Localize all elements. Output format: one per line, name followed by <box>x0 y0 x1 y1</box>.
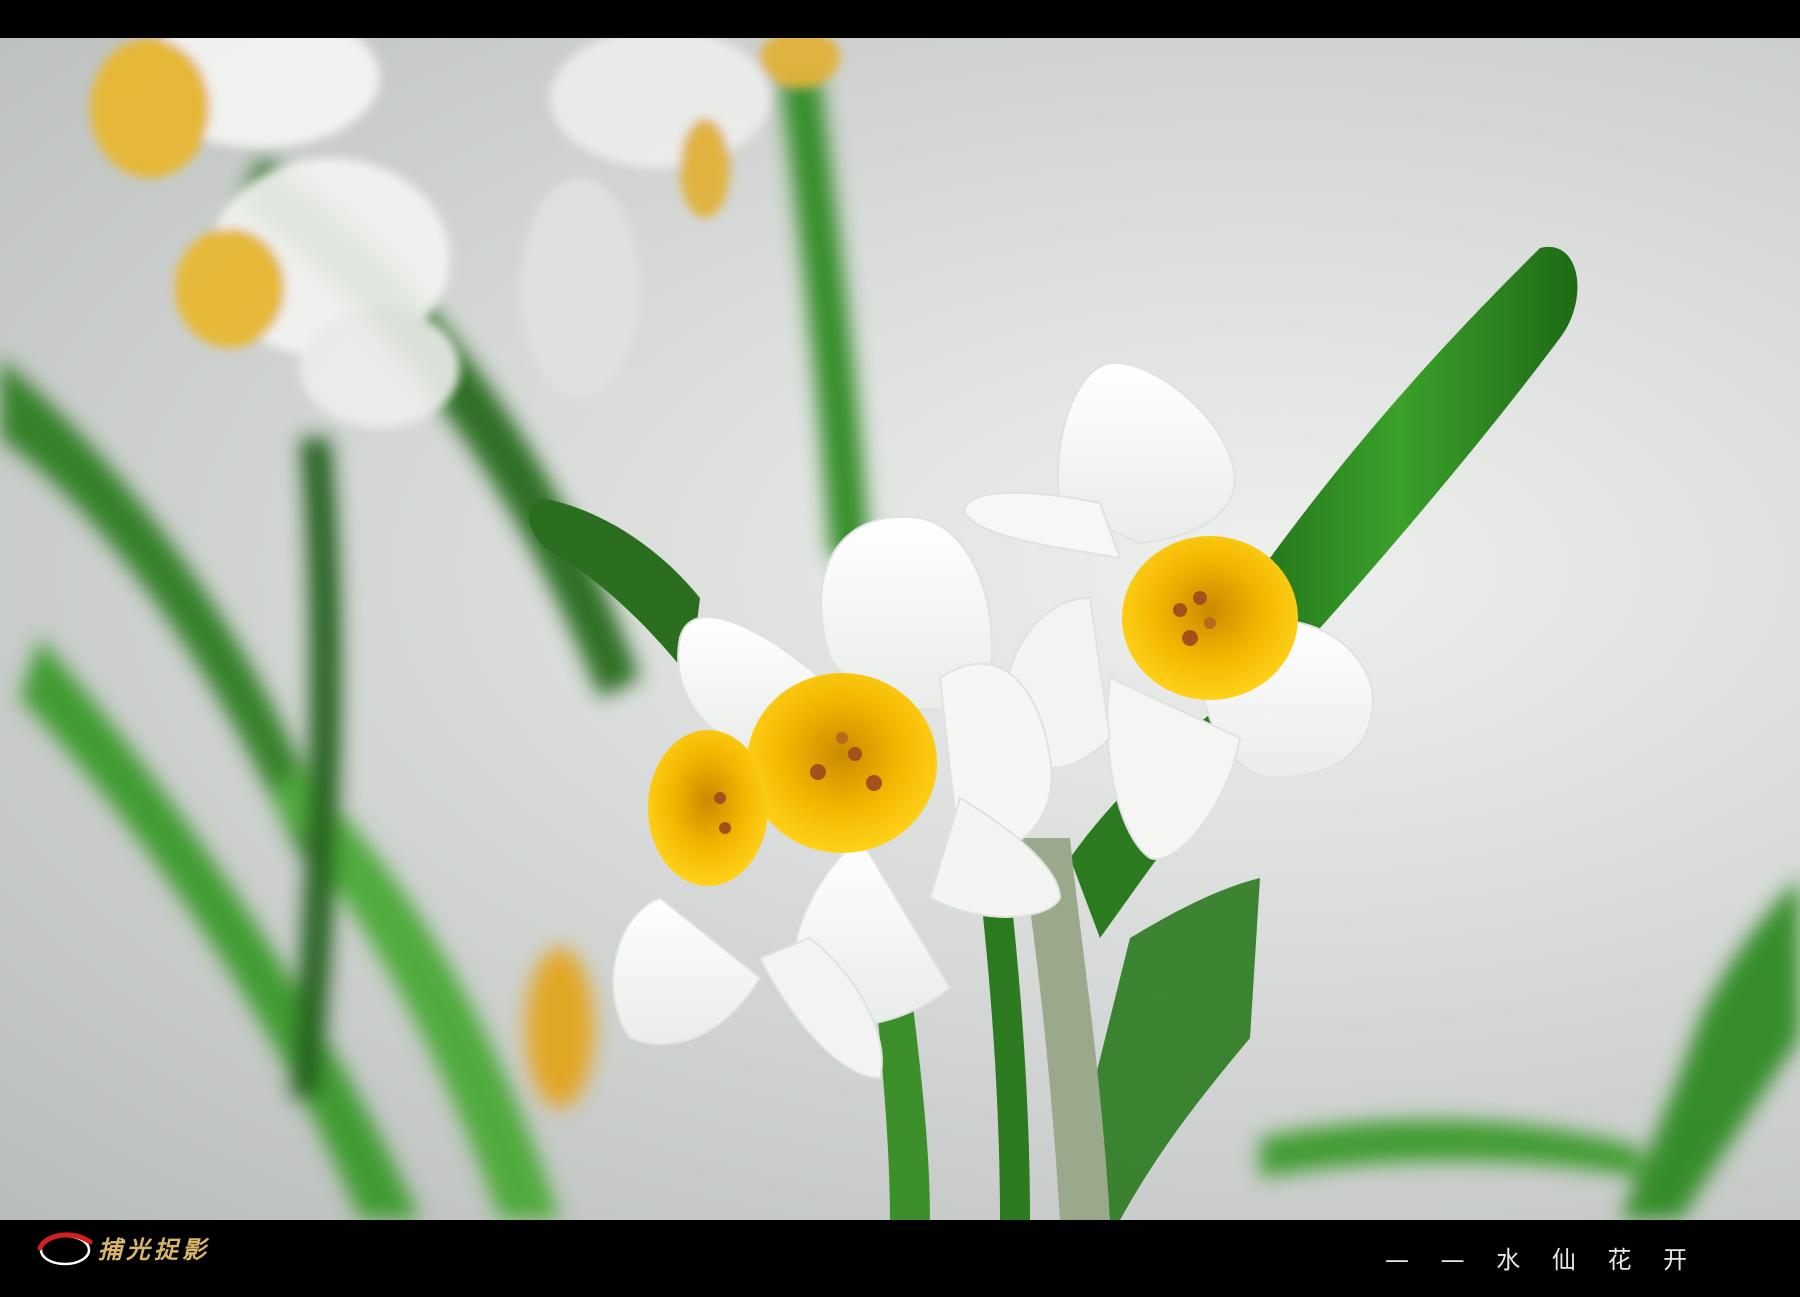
narcissus-illustration <box>0 38 1800 1220</box>
photographer-signature: 捕光捉影 <box>98 1235 210 1264</box>
red-arc-logo-icon <box>37 1232 93 1266</box>
top-border <box>0 0 1800 38</box>
photo <box>0 38 1800 1220</box>
photo-caption: — — 水 仙 花 开 <box>1385 1246 1700 1274</box>
